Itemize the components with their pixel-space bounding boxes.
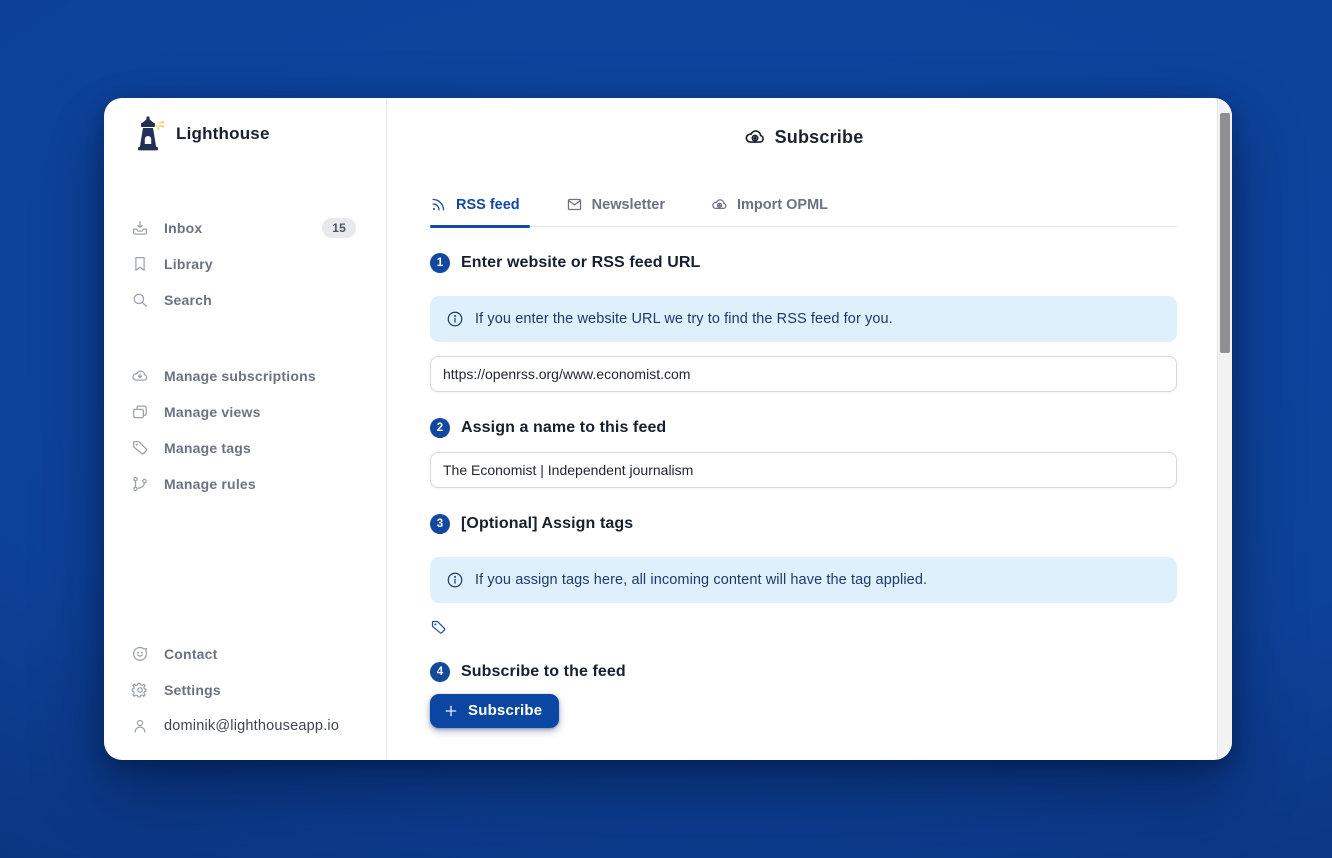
bookmark-icon	[131, 255, 149, 273]
tab-newsletter[interactable]: Newsletter	[566, 196, 671, 226]
step4-heading: 4 Subscribe to the feed	[430, 662, 1177, 682]
gear-icon	[131, 681, 149, 699]
step4-title: Subscribe to the feed	[461, 663, 626, 681]
sidebar-item-label: Manage tags	[164, 440, 251, 456]
sidebar-nav-footer: Contact Settings dominik@lighthouseapp.i…	[131, 636, 362, 744]
step2-title: Assign a name to this feed	[461, 419, 666, 437]
inbox-count-badge: 15	[322, 218, 356, 238]
step2-heading: 2 Assign a name to this feed	[430, 418, 1177, 438]
step1-title: Enter website or RSS feed URL	[461, 254, 700, 272]
sidebar-item-library[interactable]: Library	[131, 246, 362, 282]
sidebar-item-label: Settings	[164, 682, 221, 698]
sidebar-item-label: Contact	[164, 646, 218, 662]
sidebar-item-settings[interactable]: Settings	[131, 672, 362, 708]
app-logo[interactable]: Lighthouse	[131, 116, 362, 152]
sidebar-item-label: Library	[164, 256, 213, 272]
step3-info-text: If you assign tags here, all incoming co…	[475, 572, 927, 588]
step1-number-badge: 1	[430, 253, 450, 273]
subscribe-button[interactable]: Subscribe	[430, 694, 559, 728]
scrollbar-thumb[interactable]	[1220, 113, 1230, 353]
lighthouse-icon	[131, 116, 165, 152]
app-window: Lighthouse Inbox 15 Library	[104, 98, 1232, 760]
page-title: Subscribe	[775, 127, 864, 148]
info-icon	[446, 571, 464, 589]
main-panel: Subscribe RSS feed Newsletter Import OPM…	[387, 98, 1232, 760]
user-icon	[131, 717, 149, 735]
sidebar-item-manage-tags[interactable]: Manage tags	[131, 430, 362, 466]
branch-icon	[131, 475, 149, 493]
cloud-download-icon	[711, 196, 728, 213]
tab-label: Import OPML	[737, 197, 828, 213]
sidebar-nav-manage: Manage subscriptions Manage views Manage…	[131, 358, 362, 502]
step2-number-badge: 2	[430, 418, 450, 438]
subscribe-button-label: Subscribe	[468, 702, 542, 719]
step3-number-badge: 3	[430, 514, 450, 534]
folders-icon	[131, 403, 149, 421]
sidebar: Lighthouse Inbox 15 Library	[104, 98, 387, 760]
sidebar-item-inbox[interactable]: Inbox 15	[131, 210, 362, 246]
step4-number-badge: 4	[430, 662, 450, 682]
sidebar-item-manage-rules[interactable]: Manage rules	[131, 466, 362, 502]
step3-heading: 3 [Optional] Assign tags	[430, 514, 1177, 534]
info-icon	[446, 310, 464, 328]
step3-title: [Optional] Assign tags	[461, 515, 633, 533]
assign-tags-control[interactable]	[430, 619, 1177, 636]
app-title: Lighthouse	[176, 124, 270, 144]
cloud-download-icon	[744, 126, 766, 148]
tab-label: RSS feed	[456, 197, 520, 213]
mail-icon	[566, 196, 583, 213]
rss-icon	[430, 196, 447, 213]
tag-icon	[131, 439, 149, 457]
sidebar-item-account[interactable]: dominik@lighthouseapp.io	[131, 708, 362, 744]
chat-icon	[131, 645, 149, 663]
step1-info-box: If you enter the website URL we try to f…	[430, 296, 1177, 342]
scrollbar-track[interactable]	[1217, 98, 1232, 760]
sidebar-item-label: Inbox	[164, 220, 202, 236]
tab-bar: RSS feed Newsletter Import OPML	[430, 196, 1177, 227]
tab-import-opml[interactable]: Import OPML	[711, 196, 834, 226]
tab-label: Newsletter	[592, 197, 665, 213]
plus-icon	[443, 703, 459, 719]
sidebar-item-contact[interactable]: Contact	[131, 636, 362, 672]
sidebar-nav-primary: Inbox 15 Library Search	[131, 210, 362, 318]
step3-info-box: If you assign tags here, all incoming co…	[430, 557, 1177, 603]
account-email: dominik@lighthouseapp.io	[164, 718, 339, 734]
sidebar-item-search[interactable]: Search	[131, 282, 362, 318]
sidebar-item-label: Search	[164, 292, 212, 308]
sidebar-item-label: Manage rules	[164, 476, 256, 492]
inbox-icon	[131, 219, 149, 237]
cloud-download-icon	[131, 367, 149, 385]
step1-info-text: If you enter the website URL we try to f…	[475, 311, 893, 327]
step1-heading: 1 Enter website or RSS feed URL	[430, 253, 1177, 273]
sidebar-item-manage-views[interactable]: Manage views	[131, 394, 362, 430]
tab-rss-feed[interactable]: RSS feed	[430, 196, 526, 226]
search-icon	[131, 291, 149, 309]
sidebar-item-label: Manage subscriptions	[164, 368, 316, 384]
sidebar-item-label: Manage views	[164, 404, 261, 420]
tag-icon	[430, 619, 447, 636]
page-header: Subscribe	[430, 126, 1177, 148]
feed-name-input[interactable]	[430, 452, 1177, 488]
sidebar-item-manage-subscriptions[interactable]: Manage subscriptions	[131, 358, 362, 394]
feed-url-input[interactable]	[430, 356, 1177, 392]
